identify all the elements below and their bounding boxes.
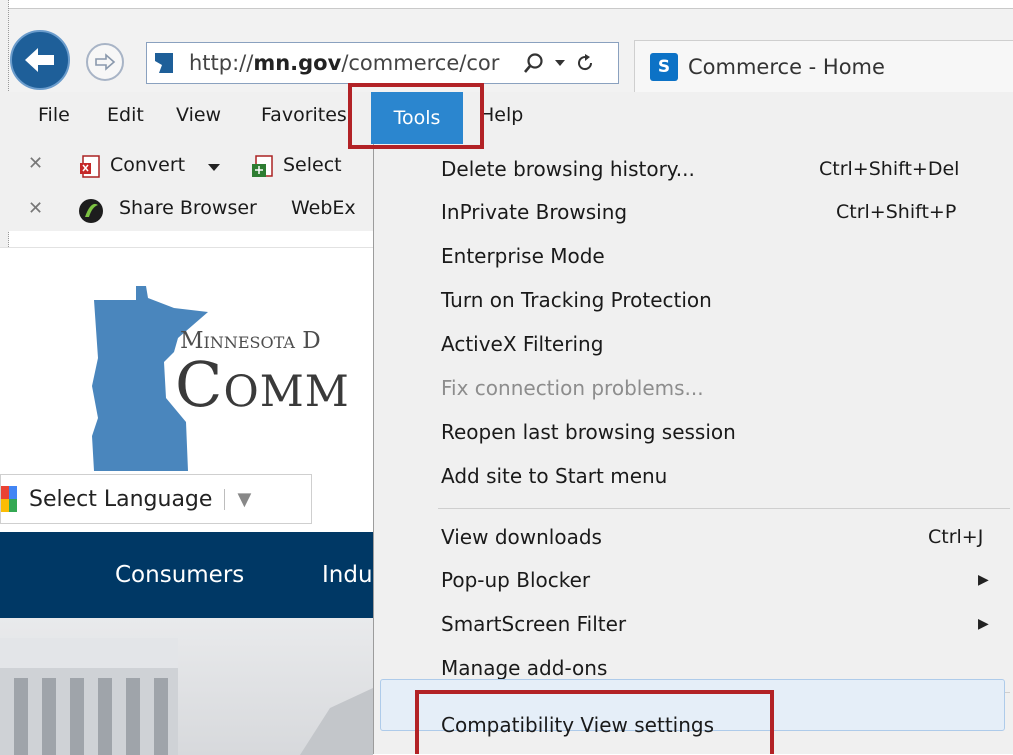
address-input[interactable]: http://mn.gov/commerce/cor: [146, 42, 619, 84]
menu-delete-browsing-history[interactable]: Delete browsing history...: [441, 157, 695, 181]
convert-button[interactable]: Convert: [110, 154, 185, 176]
menu-reopen-last-session[interactable]: Reopen last browsing session: [441, 420, 736, 444]
address-bar-row: http://mn.gov/commerce/cor S Commerce - …: [8, 8, 1013, 93]
tab-title: Commerce - Home: [688, 54, 885, 79]
url-text: http://mn.gov/commerce/cor: [189, 51, 500, 75]
menu-smartscreen-filter[interactable]: SmartScreen Filter: [441, 612, 626, 636]
language-select-label: Select Language: [29, 486, 213, 512]
back-button[interactable]: [10, 30, 70, 90]
logo-line-2: Comm: [175, 348, 350, 421]
window-top-edge: [0, 0, 1013, 8]
shortcut-view-downloads: Ctrl+J: [928, 526, 984, 548]
menu-help[interactable]: Help: [480, 104, 523, 126]
nav-industry[interactable]: Indu: [322, 562, 373, 588]
menu-view-downloads[interactable]: View downloads: [441, 525, 602, 549]
site-favicon: [153, 50, 179, 76]
menu-bar: File Edit View Favorites Tools Help: [8, 92, 1013, 144]
menu-inprivate-browsing[interactable]: InPrivate Browsing: [441, 200, 627, 224]
menu-enterprise-mode[interactable]: Enterprise Mode: [441, 244, 605, 268]
share-browser-icon: [79, 199, 103, 223]
close-toolbar-icon[interactable]: ✕: [28, 153, 43, 174]
menu-popup-blocker[interactable]: Pop-up Blocker: [441, 568, 590, 592]
language-select[interactable]: Select Language ▼: [0, 474, 312, 524]
tools-dropdown-menu: Delete browsing history... Ctrl+Shift+De…: [373, 144, 1013, 754]
shortcut-delete-browsing-history: Ctrl+Shift+Del: [819, 158, 960, 180]
menu-activex-filtering[interactable]: ActiveX Filtering: [441, 332, 603, 356]
pdf-convert-icon: [80, 155, 100, 178]
menu-edit[interactable]: Edit: [107, 104, 144, 126]
menu-separator: [438, 508, 1010, 509]
language-dropdown-arrow-icon: ▼: [224, 488, 251, 510]
menu-view[interactable]: View: [176, 104, 221, 126]
select-button[interactable]: Select: [283, 154, 342, 176]
forward-button[interactable]: [86, 43, 124, 81]
submenu-arrow-icon: ▶: [978, 572, 989, 588]
convert-dropdown-caret-icon[interactable]: [208, 163, 220, 172]
menu-add-site-start-menu[interactable]: Add site to Start menu: [441, 464, 667, 488]
callout-compatibility-view: [415, 690, 774, 754]
toolbar-row-convert: ✕ Convert Select: [8, 144, 373, 189]
toolbar-row-share: ✕ Share Browser WebEx: [8, 189, 373, 231]
webex-button[interactable]: WebEx: [291, 197, 356, 219]
menu-tracking-protection[interactable]: Turn on Tracking Protection: [441, 288, 712, 312]
select-tool-icon: [252, 155, 273, 177]
back-arrow-icon: [25, 48, 54, 72]
menu-fix-connection-problems: Fix connection problems...: [441, 376, 704, 400]
site-nav: Consumers Indu: [0, 532, 373, 618]
menu-favorites[interactable]: Favorites: [261, 104, 347, 126]
dropdown-caret-icon[interactable]: [555, 59, 565, 67]
close-toolbar-icon[interactable]: ✕: [28, 198, 43, 219]
web-page: Minnesota D Comm Select Language ▼ Consu…: [0, 247, 373, 755]
submenu-arrow-icon: ▶: [978, 616, 989, 632]
forward-arrow-icon: [95, 53, 116, 71]
google-translate-icon: [1, 486, 17, 512]
callout-tools-menu: [348, 83, 484, 149]
tab-commerce-home[interactable]: S Commerce - Home: [634, 40, 1013, 92]
shortcut-inprivate-browsing: Ctrl+Shift+P: [836, 201, 957, 223]
share-browser-button[interactable]: Share Browser: [119, 197, 257, 219]
menu-manage-addons[interactable]: Manage add-ons: [441, 656, 607, 680]
menu-file[interactable]: File: [38, 104, 70, 126]
search-icon[interactable]: [523, 52, 545, 74]
hero-building-image: [0, 618, 373, 755]
refresh-icon[interactable]: [575, 53, 595, 73]
nav-consumers[interactable]: Consumers: [115, 562, 244, 588]
sharepoint-icon: S: [650, 52, 678, 81]
